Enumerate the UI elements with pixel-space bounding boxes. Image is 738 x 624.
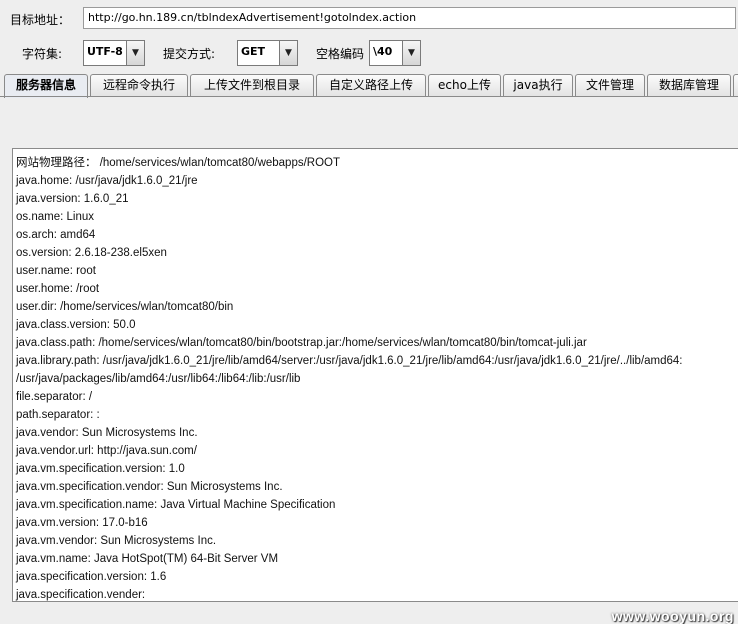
output-line: java.class.version: 50.0 (16, 319, 136, 331)
method-label: 提交方式: (163, 47, 216, 61)
output-line: 网站物理路径： /home/services/wlan/tomcat80/web… (16, 157, 341, 169)
output-line: java.vm.name: Java HotSpot(TM) 64-Bit Se… (16, 553, 279, 565)
output-line: java.home: /usr/java/jdk1.6.0_21/jre (16, 175, 198, 187)
tab-remote-command[interactable]: 远程命令执行 (90, 74, 188, 97)
output-line: java.library.path: /usr/java/jdk1.6.0_21… (16, 355, 683, 367)
tab-custom-path-upload[interactable]: 自定义路径上传 (316, 74, 426, 97)
output-line: java.specification.version: 1.6 (16, 571, 167, 583)
output-line: user.name: root (16, 265, 96, 277)
output-line: java.vm.specification.version: 1.0 (16, 463, 185, 475)
output-line: java.vendor: Sun Microsystems Inc. (16, 427, 198, 439)
tab-server-info[interactable]: 服务器信息 (4, 74, 88, 98)
output-line: java.vm.version: 17.0-b16 (16, 517, 148, 529)
output-line: java.vm.vendor: Sun Microsystems Inc. (16, 535, 217, 547)
output-line: java.class.path: /home/services/wlan/tom… (16, 337, 587, 349)
charset-value: UTF-8 (87, 45, 123, 58)
space-encoding-value: \40 (373, 45, 393, 58)
output-line: os.name: Linux (16, 211, 94, 223)
chevron-down-icon[interactable]: ▼ (279, 41, 297, 65)
output-line: user.home: /root (16, 283, 100, 295)
watermark: www.wooyun.org (611, 608, 734, 624)
tab-bar: 服务器信息 远程命令执行 上传文件到根目录 自定义路径上传 echo上传 jav… (4, 74, 738, 98)
output-line: java.vendor.url: http://java.sun.com/ (16, 445, 197, 457)
chevron-down-icon[interactable]: ▼ (126, 41, 144, 65)
method-value: GET (241, 45, 266, 58)
output-line: java.specification.vender: (16, 589, 146, 601)
tab-file-manager[interactable]: 文件管理 (575, 74, 645, 97)
tab-database-manager[interactable]: 数据库管理 (647, 74, 731, 97)
output-line: java.vm.specification.vendor: Sun Micros… (16, 481, 283, 493)
output-line: file.separator: / (16, 391, 93, 403)
chevron-down-icon[interactable]: ▼ (402, 41, 420, 65)
output-line: path.separator: : (16, 409, 100, 421)
tab-upload-root[interactable]: 上传文件到根目录 (190, 74, 314, 97)
output-line: os.arch: amd64 (16, 229, 96, 241)
tab-divider (0, 96, 738, 97)
target-url-label: 目标地址： (10, 13, 71, 27)
server-info-output[interactable]: 网站物理路径： /home/services/wlan/tomcat80/web… (12, 148, 738, 602)
method-select[interactable]: GET ▼ (237, 40, 298, 66)
tab-overflow[interactable] (733, 74, 738, 97)
tab-echo-upload[interactable]: echo上传 (428, 74, 501, 97)
tab-java-exec[interactable]: java执行 (503, 74, 573, 97)
space-encoding-select[interactable]: \40 ▼ (369, 40, 421, 66)
output-line: java.vm.specification.name: Java Virtual… (16, 499, 336, 511)
space-encoding-label: 空格编码 (316, 47, 365, 61)
output-line: os.version: 2.6.18-238.el5xen (16, 247, 167, 259)
output-line: user.dir: /home/services/wlan/tomcat80/b… (16, 301, 234, 313)
target-url-input[interactable]: http://go.hn.189.cn/tblndexAdvertisement… (83, 7, 736, 29)
output-line: /usr/java/packages/lib/amd64:/usr/lib64:… (16, 373, 301, 385)
charset-label: 字符集: (22, 47, 63, 61)
charset-select[interactable]: UTF-8 ▼ (83, 40, 145, 66)
output-line: java.version: 1.6.0_21 (16, 193, 129, 205)
